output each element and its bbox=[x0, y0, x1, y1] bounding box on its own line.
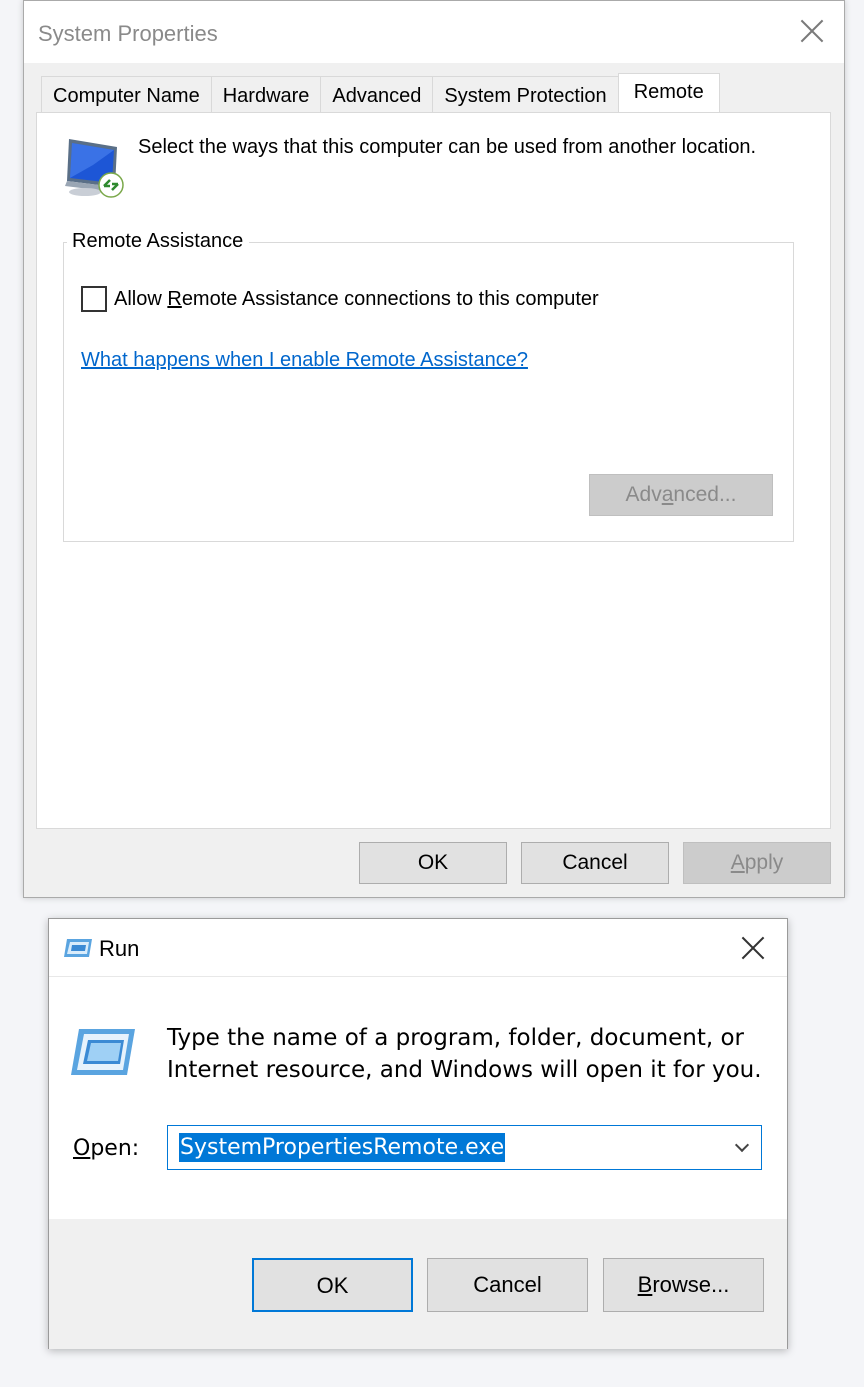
chevron-down-icon[interactable] bbox=[734, 1137, 750, 1153]
run-program-icon bbox=[71, 1029, 135, 1075]
run-description: Type the name of a program, folder, docu… bbox=[167, 1025, 762, 1083]
remote-desktop-monitor-icon bbox=[65, 139, 124, 198]
system-properties-titlebar[interactable]: System Properties bbox=[24, 1, 844, 63]
system-properties-window: System Properties Computer Name Hardware… bbox=[23, 0, 845, 898]
run-title: Run bbox=[99, 936, 140, 961]
allow-remote-assistance-checkbox[interactable] bbox=[81, 286, 107, 312]
remote-assistance-group-label: Remote Assistance bbox=[67, 230, 250, 253]
remote-tab-panel: Select the ways that this computer can b… bbox=[36, 112, 831, 829]
allow-remote-assistance-row[interactable]: Allow Remote Assistance connections to t… bbox=[81, 286, 599, 312]
run-app-icon bbox=[64, 939, 92, 957]
tab-advanced[interactable]: Advanced bbox=[320, 76, 434, 113]
allow-remote-assistance-label[interactable]: Allow Remote Assistance connections to t… bbox=[114, 288, 599, 311]
remote-assistance-group: Remote Assistance Allow Remote Assistanc… bbox=[63, 230, 794, 542]
apply-button[interactable]: Apply bbox=[683, 842, 831, 884]
run-cancel-button[interactable]: Cancel bbox=[427, 1258, 588, 1312]
open-command-input[interactable]: SystemPropertiesRemote.exe bbox=[179, 1133, 506, 1162]
close-icon[interactable] bbox=[739, 934, 767, 962]
tab-hardware[interactable]: Hardware bbox=[210, 76, 322, 113]
run-button-bar: OK Cancel Browse... bbox=[49, 1219, 787, 1349]
tab-remote[interactable]: Remote bbox=[617, 73, 720, 112]
tab-computer-name[interactable]: Computer Name bbox=[41, 76, 212, 113]
open-label: Open: bbox=[73, 1136, 140, 1161]
tab-system-protection[interactable]: System Protection bbox=[432, 76, 619, 113]
window-title: System Properties bbox=[38, 21, 218, 46]
remote-intro-text: Select the ways that this computer can b… bbox=[138, 136, 757, 158]
run-browse-button[interactable]: Browse... bbox=[603, 1258, 764, 1312]
cancel-button[interactable]: Cancel bbox=[521, 842, 669, 884]
remote-assistance-advanced-button[interactable]: Advanced... bbox=[589, 474, 773, 516]
ok-button[interactable]: OK bbox=[359, 842, 507, 884]
run-ok-button[interactable]: OK bbox=[252, 1258, 413, 1312]
remote-assistance-help-link[interactable]: What happens when I enable Remote Assist… bbox=[81, 349, 528, 372]
open-command-combobox[interactable]: SystemPropertiesRemote.exe bbox=[167, 1125, 762, 1170]
run-dialog: Run Type the name of a program, folder, … bbox=[48, 918, 788, 1349]
close-icon[interactable] bbox=[798, 17, 826, 45]
run-titlebar[interactable]: Run bbox=[49, 919, 787, 977]
tab-strip: Computer Name Hardware Advanced System P… bbox=[41, 73, 720, 113]
